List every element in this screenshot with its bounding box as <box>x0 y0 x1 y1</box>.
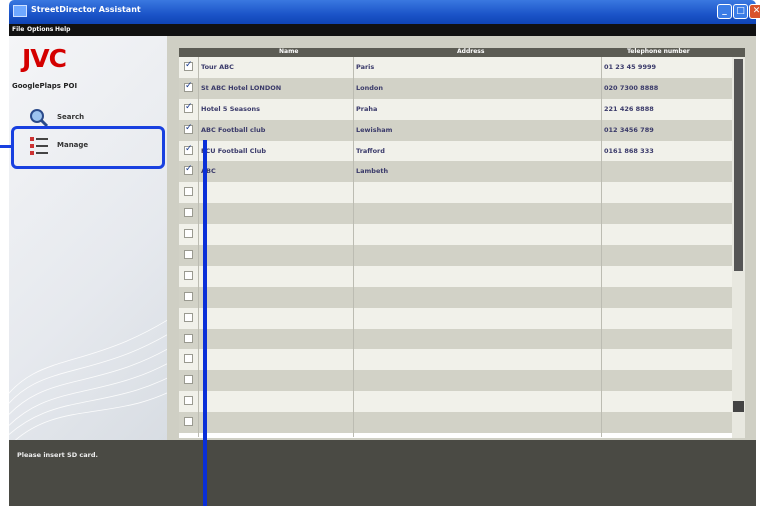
row-checkbox[interactable] <box>184 250 193 260</box>
cell-telephone: 020 7300 8888 <box>604 83 659 92</box>
column-header-address[interactable]: Address <box>457 48 484 55</box>
row-checkbox[interactable] <box>184 102 193 113</box>
table-row[interactable]: ABC Football club Lewisham 012 3456 789 <box>179 119 732 141</box>
cell-address: Praha <box>356 104 378 113</box>
row-checkbox[interactable] <box>184 60 193 71</box>
menu-file[interactable]: File <box>12 26 24 33</box>
cell-telephone: 012 3456 789 <box>604 125 654 134</box>
status-message: Please insert SD card. <box>17 451 98 459</box>
cell-address: Paris <box>356 63 375 71</box>
app-subtitle: GooglePlaps POI <box>12 82 78 90</box>
callout-line <box>203 140 207 506</box>
cell-address: London <box>356 83 383 92</box>
row-checkbox[interactable] <box>184 123 193 134</box>
manage-highlight-box <box>11 126 165 169</box>
column-header-telephone[interactable]: Telephone number <box>627 48 690 55</box>
row-checkbox[interactable] <box>184 375 193 385</box>
window-title: StreetDirector Assistant <box>31 5 141 14</box>
row-checkbox[interactable] <box>184 312 193 322</box>
cell-telephone: 221 426 8888 <box>604 104 654 113</box>
cell-name: Hotel 5 Seasons <box>201 104 261 113</box>
table-row[interactable] <box>179 224 732 246</box>
table-row[interactable]: St ABC Hotel LONDON London 020 7300 8888 <box>179 77 732 99</box>
cell-name: St ABC Hotel LONDON <box>201 83 282 92</box>
vertical-scrollbar[interactable] <box>732 57 745 438</box>
jvc-logo: JVC <box>22 44 67 73</box>
menu-help[interactable]: Help <box>55 26 70 33</box>
table-row[interactable] <box>179 182 732 204</box>
table-row[interactable] <box>179 391 732 413</box>
title-bar: StreetDirector Assistant _ □ ✕ <box>9 0 760 24</box>
cell-name: FCU Football Club <box>201 146 267 155</box>
main-panel: Name Address Telephone number Tour ABC Pa… <box>167 36 756 457</box>
table-row[interactable] <box>179 203 732 225</box>
row-checkbox[interactable] <box>184 396 193 406</box>
menu-options[interactable]: Options <box>27 26 53 33</box>
scrollbar-thumb[interactable] <box>734 59 743 271</box>
table-row[interactable]: ABCLambeth <box>179 161 732 183</box>
row-checkbox[interactable] <box>184 291 193 301</box>
minimize-button[interactable]: _ <box>717 4 732 19</box>
menu-bar: File Options Help <box>9 24 756 36</box>
row-checkbox[interactable] <box>184 164 193 176</box>
highlight-pointer <box>0 145 11 148</box>
row-checkbox[interactable] <box>184 417 193 427</box>
row-checkbox[interactable] <box>184 229 193 239</box>
app-icon <box>13 5 27 17</box>
poi-table: Name Address Telephone number Tour ABC Pa… <box>179 48 745 438</box>
table-row[interactable] <box>179 412 732 434</box>
column-divider <box>353 57 354 437</box>
maximize-button[interactable]: □ <box>733 4 748 19</box>
scroll-down-button[interactable] <box>733 401 744 412</box>
cell-name: ABC Football club <box>201 125 266 134</box>
close-button[interactable]: ✕ <box>749 4 760 19</box>
row-checkbox[interactable] <box>184 333 193 343</box>
cell-address: Lewisham <box>356 125 393 134</box>
sidebar: JVC GooglePlaps POI Search Manage <box>9 36 167 440</box>
table-row[interactable]: Hotel 5 Seasons Praha 221 426 8888 <box>179 98 732 120</box>
table-body: Tour ABC Paris 01 23 45 9999 St ABC Hotel L… <box>179 57 732 434</box>
table-row[interactable] <box>179 265 732 287</box>
row-checkbox[interactable] <box>184 144 193 155</box>
status-bar: Please insert SD card. <box>9 440 756 506</box>
table-row[interactable] <box>179 349 732 371</box>
column-header-name[interactable]: Name <box>279 48 298 55</box>
row-checkbox[interactable] <box>184 270 193 280</box>
table-row[interactable]: FCU Football Club Trafford 0161 868 333 <box>179 140 732 162</box>
row-checkbox[interactable] <box>184 187 193 197</box>
row-checkbox[interactable] <box>184 354 193 364</box>
table-row[interactable] <box>179 245 732 266</box>
table-header: Name Address Telephone number <box>179 48 745 57</box>
table-row[interactable] <box>179 286 732 308</box>
table-row[interactable] <box>179 328 732 350</box>
decorative-wave <box>9 319 167 440</box>
table-row[interactable] <box>179 307 732 329</box>
cell-address: Trafford <box>356 146 385 155</box>
table-row[interactable] <box>179 370 732 392</box>
column-divider <box>601 57 602 437</box>
search-icon <box>30 109 49 128</box>
row-checkbox[interactable] <box>184 81 193 92</box>
cell-telephone: 01 23 45 9999 <box>604 63 657 71</box>
table-row[interactable]: Tour ABC Paris 01 23 45 9999 <box>179 57 732 78</box>
cell-name: Tour ABC <box>201 63 234 71</box>
cell-telephone: 0161 868 333 <box>604 146 654 155</box>
row-checkbox[interactable] <box>184 208 193 218</box>
column-divider <box>198 57 199 437</box>
nav-search-label: Search <box>57 113 85 121</box>
cell-address: Lambeth <box>356 167 389 176</box>
